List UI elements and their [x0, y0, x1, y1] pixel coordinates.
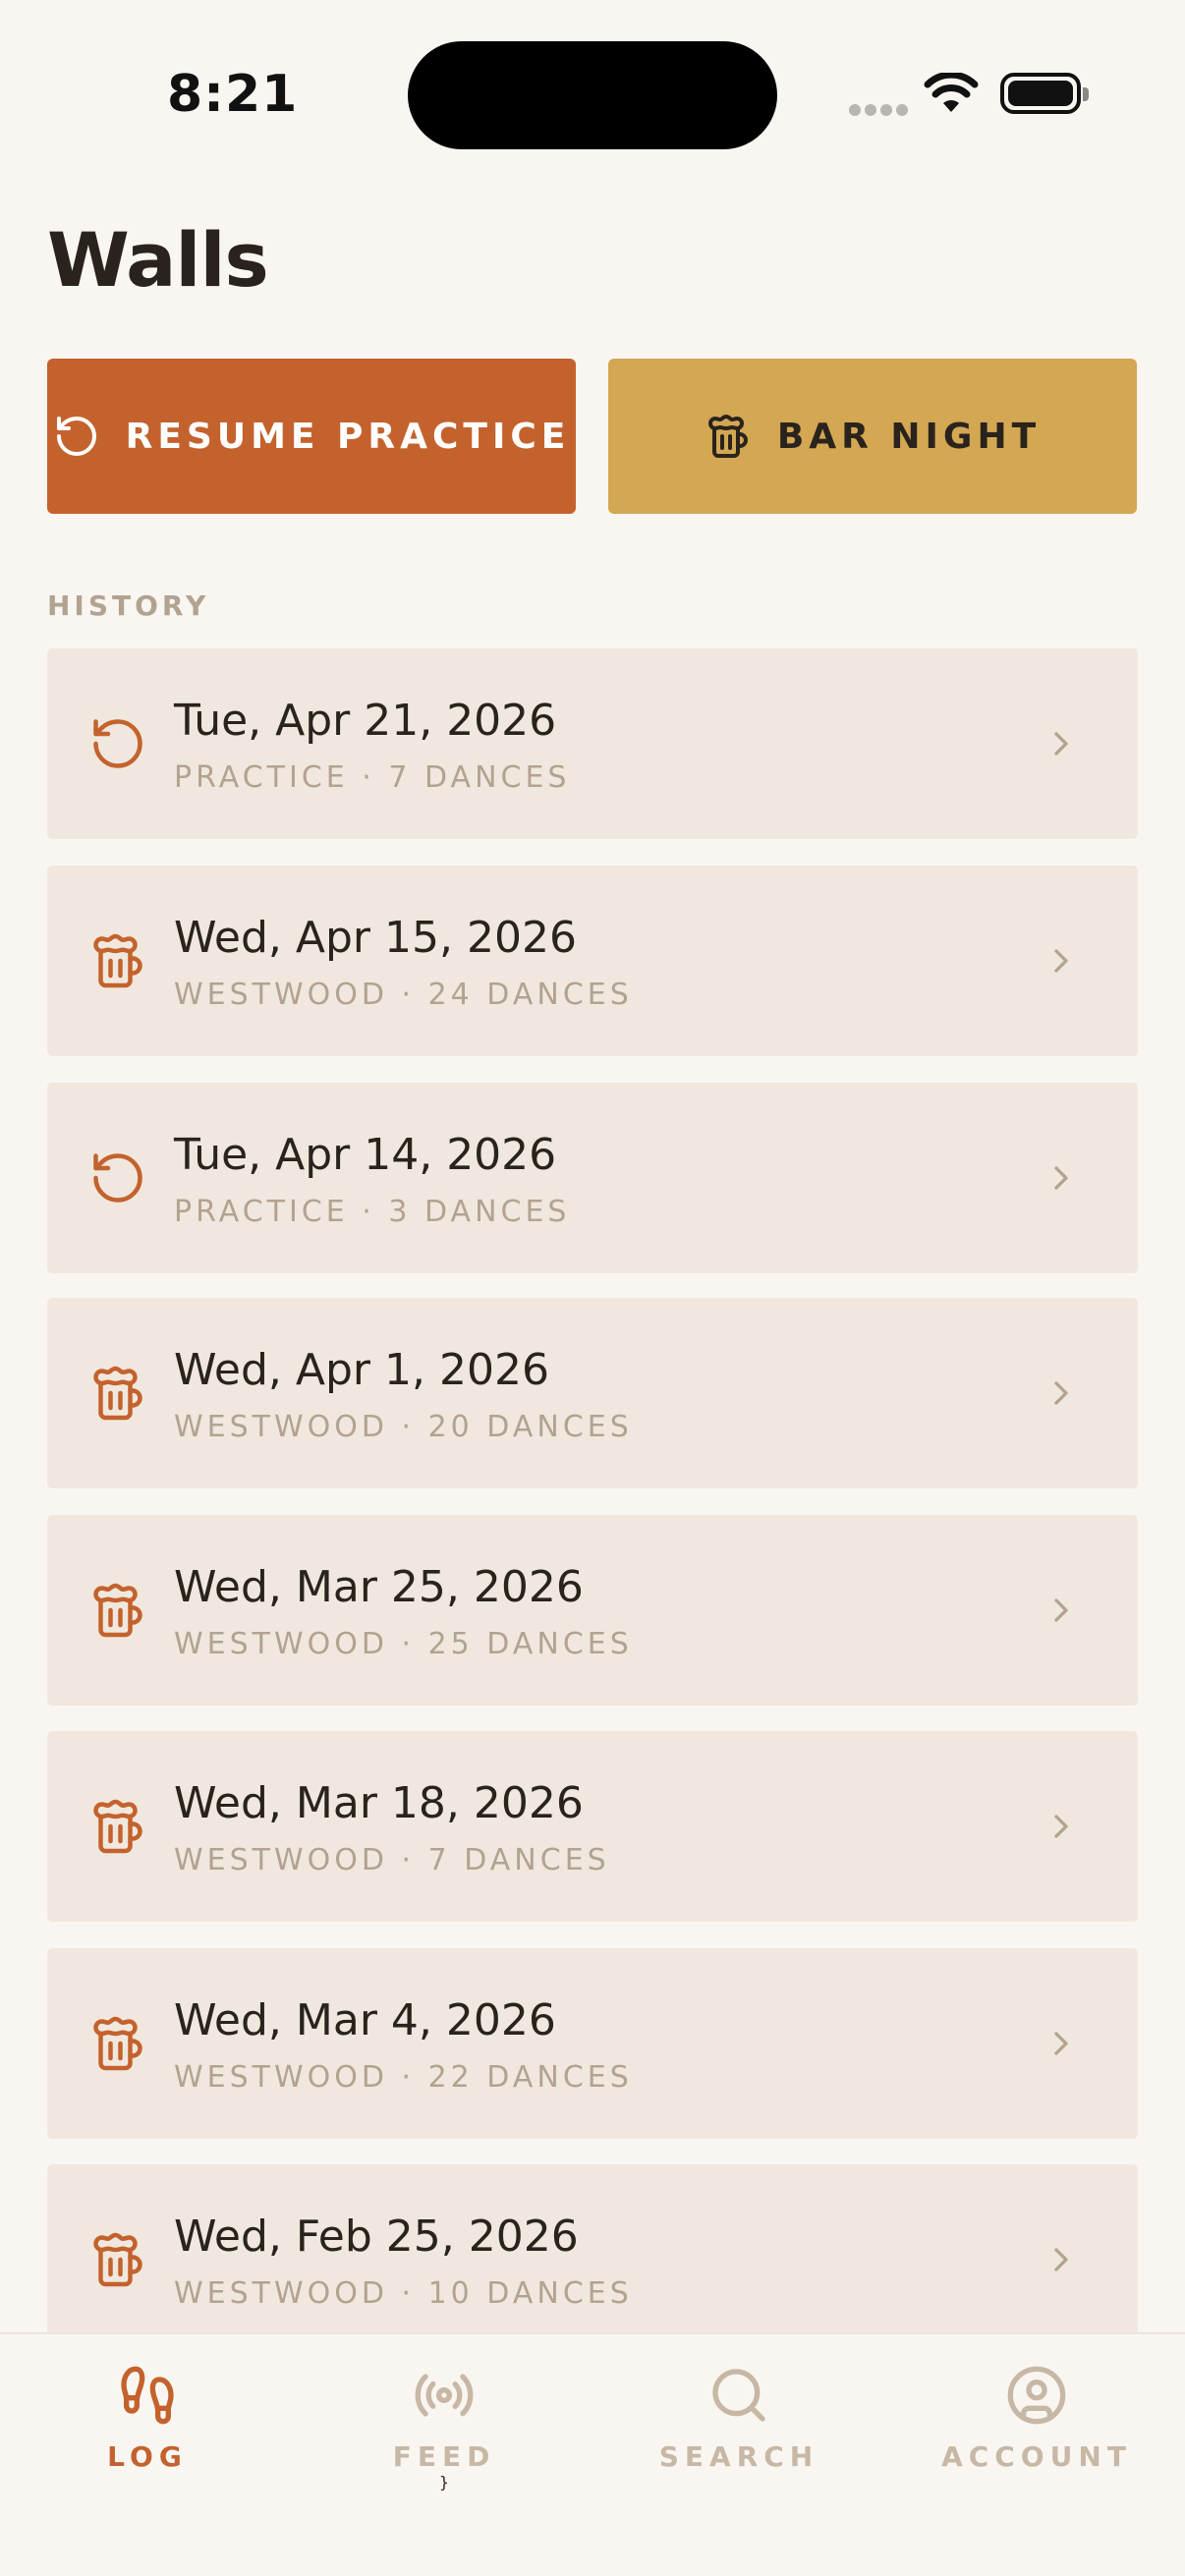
beer-mug-icon [93, 1366, 142, 1421]
resume-practice-label: RESUME PRACTICE [125, 416, 571, 457]
beer-mug-icon [93, 933, 142, 988]
history-item-date: Tue, Apr 21, 2026 [174, 696, 557, 746]
cellular-signal-icon [849, 104, 908, 116]
battery-icon [1000, 73, 1089, 114]
chevron-right-icon [1054, 949, 1068, 973]
bar-night-label: BAR NIGHT [776, 416, 1042, 457]
log-screen: 8:21 Walls RESUME PRACTICE BAR NIGHT HIS… [0, 0, 1185, 2576]
history-item-meta: PRACTICE · 3 DANCES [174, 1195, 571, 1229]
refresh-icon [93, 719, 142, 768]
beer-mug-icon [93, 2016, 142, 2071]
history-item[interactable]: Tue, Apr 14, 2026 PRACTICE · 3 DANCES [47, 1083, 1138, 1273]
history-item[interactable]: Wed, Mar 18, 2026 WESTWOOD · 7 DANCES [47, 1731, 1138, 1922]
history-item[interactable]: Wed, Mar 4, 2026 WESTWOOD · 22 DANCES [47, 1948, 1138, 2139]
chevron-right-icon [1054, 1166, 1068, 1190]
history-item[interactable]: Wed, Apr 15, 2026 WESTWOOD · 24 DANCES [47, 866, 1138, 1056]
tab-feed-label: FEED [392, 2440, 496, 2473]
tab-search-label: SEARCH [658, 2440, 819, 2473]
chevron-right-icon [1054, 2248, 1068, 2271]
beer-mug-icon [93, 1799, 142, 1854]
history-item[interactable]: Wed, Mar 25, 2026 WESTWOOD · 25 DANCES [47, 1515, 1138, 1706]
beer-mug-icon [707, 415, 748, 458]
beer-mug-icon [93, 1583, 142, 1638]
tab-account[interactable]: ACCOUNT [889, 2364, 1184, 2492]
tab-account-label: ACCOUNT [941, 2440, 1132, 2473]
dynamic-island [408, 41, 777, 149]
history-item-meta: WESTWOOD · 25 DANCES [174, 1627, 633, 1661]
history-item[interactable]: Tue, Apr 21, 2026 PRACTICE · 7 DANCES [47, 648, 1138, 839]
page-title: Walls [47, 216, 269, 304]
history-item-meta: WESTWOOD · 22 DANCES [174, 2060, 633, 2095]
chevron-right-icon [1054, 732, 1068, 756]
status-bar: 8:21 [0, 0, 1185, 187]
wifi-icon [924, 73, 979, 112]
chevron-right-icon [1054, 2032, 1068, 2055]
history-item[interactable]: Wed, Apr 1, 2026 WESTWOOD · 20 DANCES [47, 1298, 1138, 1488]
history-item-date: Wed, Apr 15, 2026 [174, 913, 577, 963]
chevron-right-icon [1054, 1598, 1068, 1622]
tab-log[interactable]: LOG [0, 2364, 295, 2492]
history-item-date: Wed, Mar 4, 2026 [174, 1995, 556, 2045]
refresh-icon [93, 1153, 142, 1203]
history-item[interactable]: Wed, Feb 25, 2026 WESTWOOD · 10 DANCES [47, 2164, 1138, 2355]
history-item-meta: PRACTICE · 7 DANCES [174, 760, 571, 795]
history-item-meta: WESTWOOD · 20 DANCES [174, 1410, 633, 1444]
chevron-right-icon [1054, 1381, 1068, 1405]
resume-practice-button[interactable]: RESUME PRACTICE [47, 359, 576, 514]
tab-search[interactable]: SEARCH [592, 2364, 886, 2492]
refresh-icon [56, 417, 96, 456]
history-item-date: Wed, Mar 18, 2026 [174, 1778, 584, 1828]
history-item-date: Wed, Feb 25, 2026 [174, 2212, 579, 2262]
history-item-date: Wed, Apr 1, 2026 [174, 1345, 549, 1395]
history-item-meta: WESTWOOD · 24 DANCES [174, 978, 633, 1012]
chevron-right-icon [1054, 1815, 1068, 1838]
tab-log-label: LOG [107, 2440, 188, 2473]
tab-feed[interactable]: FEED } [297, 2364, 592, 2492]
bar-night-button[interactable]: BAR NIGHT [608, 359, 1137, 514]
footprints-icon [121, 2366, 174, 2425]
history-item-meta: WESTWOOD · 10 DANCES [174, 2276, 633, 2311]
user-circle-icon [1007, 2366, 1066, 2425]
status-time: 8:21 [167, 65, 299, 124]
history-item-date: Tue, Apr 14, 2026 [174, 1130, 557, 1180]
history-section-label: HISTORY [47, 589, 210, 622]
history-item-date: Wed, Mar 25, 2026 [174, 1562, 584, 1612]
search-icon [712, 2369, 765, 2422]
tab-bar: LOG FEED } SEARCH ACCOUNT [0, 2332, 1185, 2576]
broadcast-icon [415, 2374, 474, 2417]
beer-mug-icon [93, 2232, 142, 2287]
history-item-meta: WESTWOOD · 7 DANCES [174, 1843, 610, 1877]
